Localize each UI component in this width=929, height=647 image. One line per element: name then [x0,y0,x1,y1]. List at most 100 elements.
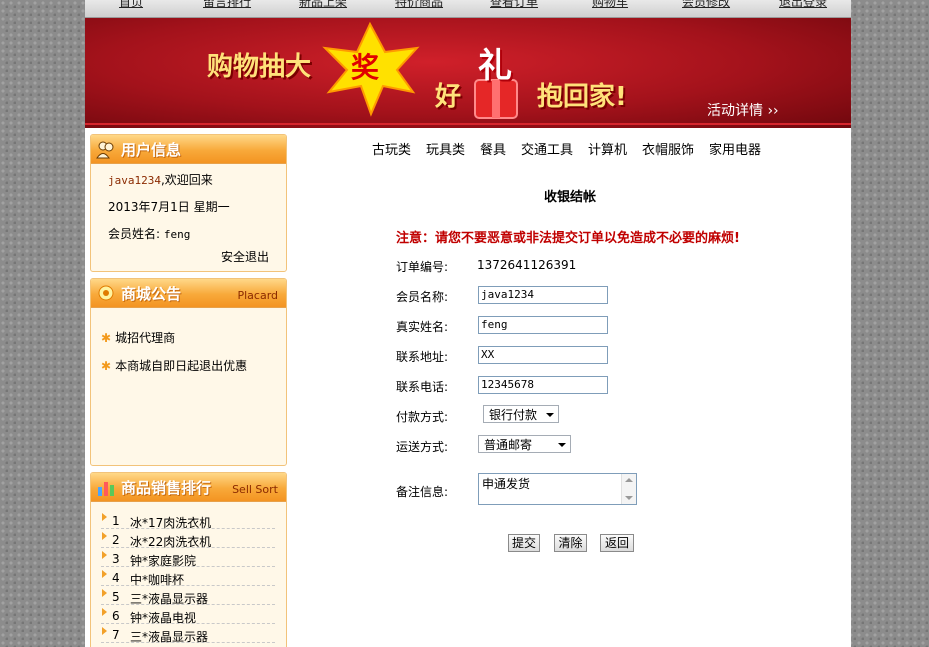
page-container: 首页 留言排行 新品上架 特价商品 查看订单 购物车 会员修改 退出登录 购物抽… [85,0,851,647]
remark-label: 备注信息: [396,485,449,499]
nav-member-edit[interactable]: 会员修改 [682,0,730,10]
nav-view-orders[interactable]: 查看订单 [490,0,538,10]
users-icon [96,141,114,159]
rank-row[interactable]: 2 冰*22肉洗衣机 [101,529,275,549]
notice-item-text: 城招代理商 [115,331,176,345]
remark-scrollbar[interactable] [621,474,636,504]
banner-text-prize: 奖 [351,51,380,84]
banner-text-gift: 礼 [478,46,512,86]
user-info-title: 用户信息 [121,141,182,159]
rank-product: 三*液晶显示器 [130,630,209,644]
rank-row[interactable]: 4 中*咖啡杯 [101,567,275,587]
category-tableware[interactable]: 餐具 [480,139,506,158]
checkout-warning: 注意：请您不要恶意或非法提交订单以免造成不必要的麻烦! [396,231,740,246]
clear-button[interactable]: 清除 [554,534,587,552]
back-button[interactable]: 返回 [600,534,634,552]
rank-row[interactable]: 6 钟*液晶电视 [101,605,275,625]
phone-input[interactable]: 12345678 [478,376,608,394]
rank-row[interactable]: 1 冰*17肉洗衣机 [101,510,275,530]
bullet-icon: ✱ [101,359,112,373]
member-name-field-label: 会员名称: [396,290,449,304]
bullet-icon: ✱ [101,331,112,345]
logout-link[interactable]: 安全退出 [221,248,269,265]
sales-rank-panel: 商品销售排行 Sell Sort 1 冰*17肉洗衣机 2 冰*22肉洗衣机 3 钟*… [90,472,287,647]
shipping-method-select[interactable]: 普通邮寄 [478,435,571,453]
category-appliances[interactable]: 家用电器 [709,139,761,158]
welcome-username: java1234 [108,174,161,187]
real-name-input[interactable]: feng [478,316,608,334]
category-antiques[interactable]: 古玩类 [372,139,411,158]
chevron-down-icon [546,413,554,417]
shipping-method-value: 普通邮寄 [484,438,533,452]
arrow-icon [102,570,107,578]
rank-number: 5 [112,590,120,604]
rank-number: 6 [112,609,120,623]
arrow-icon [102,608,107,616]
payment-method-select[interactable]: 银行付款 [483,405,559,423]
arrow-icon [102,551,107,559]
promo-banner: 购物抽大 奖 好 礼 抱回家! 活动详情 ›› [85,18,851,128]
phone-label: 联系电话: [396,380,449,394]
payment-method-value: 银行付款 [489,408,538,422]
remark-text: 申通发货 [482,477,531,491]
arrow-icon [102,532,107,540]
top-nav: 首页 留言排行 新品上架 特价商品 查看订单 购物车 会员修改 退出登录 [85,0,851,18]
rank-number: 3 [112,552,120,566]
rank-number: 2 [112,533,120,547]
arrow-icon [102,513,107,521]
nav-guestbook-rank[interactable]: 留言排行 [203,0,251,10]
chevron-down-icon [558,443,566,447]
notice-item[interactable]: ✱ 本商城自即日起退出优惠 [101,357,247,374]
arrow-icon [102,627,107,635]
nav-logout[interactable]: 退出登录 [779,0,827,10]
member-name-value: feng [163,228,191,241]
bar-chart-icon [98,482,114,496]
welcome-text: ,欢迎回来 [160,173,213,187]
notice-title: 商城公告 [121,285,182,303]
real-name-label: 真实姓名: [396,320,449,334]
notice-item[interactable]: ✱ 城招代理商 [101,329,175,346]
current-date: 2013年7月1日 星期一 [108,200,230,214]
order-number-value: 1372641126391 [477,258,577,272]
notice-item-text: 本商城自即日起退出优惠 [115,359,248,373]
user-info-panel: 用户信息 java1234,欢迎回来 2013年7月1日 星期一 会员姓名: f… [90,134,287,272]
notice-panel: 商城公告 Placard ✱ 城招代理商 ✱ 本商城自即日起退出优惠 [90,278,287,466]
member-name-input[interactable]: java1234 [478,286,608,304]
address-label: 联系地址: [396,350,449,364]
scroll-down-icon [625,496,633,500]
category-vehicles[interactable]: 交通工具 [521,139,573,158]
sales-rank-header: 商品销售排行 Sell Sort [91,473,286,502]
category-toys[interactable]: 玩具类 [426,139,465,158]
category-computers[interactable]: 计算机 [588,139,627,158]
nav-special-offers[interactable]: 特价商品 [395,0,443,10]
rank-number: 4 [112,571,120,585]
banner-detail-link[interactable]: 活动详情 ›› [707,100,779,120]
remark-textarea[interactable]: 申通发货 [478,473,637,505]
member-name-line: 会员姓名: feng [108,225,190,242]
category-clothing[interactable]: 衣帽服饰 [642,139,694,158]
banner-text-right: 抱回家! [537,82,627,112]
member-name-label: 会员姓名: [108,227,161,241]
arrow-icon [102,589,107,597]
nav-cart[interactable]: 购物车 [592,0,628,10]
banner-text-good: 好 [435,82,462,112]
payment-method-label: 付款方式: [396,410,449,424]
banner-text-left: 购物抽大 [207,52,312,82]
submit-button[interactable]: 提交 [508,534,540,552]
welcome-line: java1234,欢迎回来 [108,171,213,188]
user-info-header: 用户信息 [91,135,286,164]
rank-row[interactable]: 7 三*液晶显示器 [101,624,275,644]
notice-header: 商城公告 Placard [91,279,286,308]
rank-number: 7 [112,628,120,642]
rank-row[interactable]: 3 钟*家庭影院 [101,548,275,568]
notice-subtitle: Placard [237,289,278,302]
sales-rank-title: 商品销售排行 [121,479,212,497]
rank-row[interactable]: 5 三*液晶显示器 [101,586,275,606]
nav-home[interactable]: 首页 [119,0,143,10]
rank-number: 1 [112,514,120,528]
shipping-method-label: 运送方式: [396,440,449,454]
nav-new-products[interactable]: 新品上架 [299,0,347,10]
address-input[interactable]: XX [478,346,608,364]
scroll-up-icon [625,478,633,482]
megaphone-icon [98,285,114,301]
